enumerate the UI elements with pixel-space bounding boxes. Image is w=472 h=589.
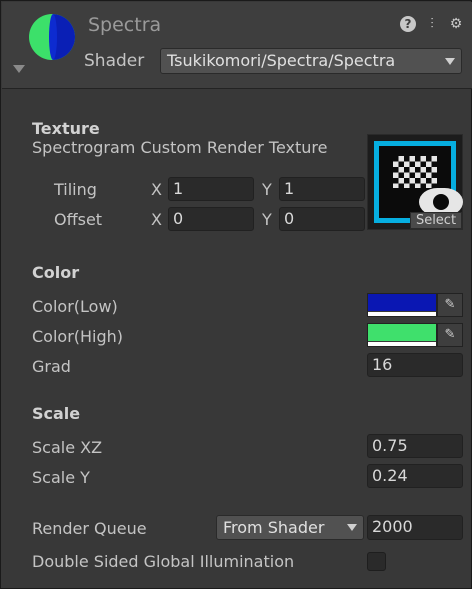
chevron-down-icon [445,58,455,65]
tiling-label: Tiling [54,180,97,199]
dsgi-label: Double Sided Global Illumination [32,552,295,571]
eyedropper-icon[interactable]: ✎ [437,323,463,347]
scale-section-title: Scale [32,404,81,423]
render-queue-mode: From Shader [223,518,325,537]
render-queue-field[interactable]: 2000 [367,515,463,540]
tiling-y-field[interactable]: 1 [279,177,365,201]
tiling-x-field[interactable]: 1 [168,177,254,201]
color-low-swatch[interactable] [367,293,437,317]
scale-y-field[interactable]: 0.24 [367,464,463,488]
offset-x-label: X [151,210,162,229]
material-title: Spectra [88,14,162,36]
offset-y-label: Y [262,210,272,229]
tiling-y-label: Y [262,180,272,199]
checker-pattern-icon [393,156,437,188]
color-high-label: Color(High) [32,327,124,346]
shader-dropdown[interactable]: Tsukikomori/Spectra/Spectra [160,48,462,74]
preset-sliders-icon[interactable]: ⫶ [424,16,440,32]
texture-section-title: Texture [32,119,100,138]
texture-select-button[interactable]: Select [410,212,462,229]
color-high-swatch[interactable] [367,323,437,347]
render-texture-thumbnail [374,141,463,223]
header-icons: ? ⫶ ⚙ [400,16,464,32]
material-header: Spectra ? ⫶ ⚙ Shader Tsukikomori/Spectra… [2,2,472,89]
scale-xz-label: Scale XZ [32,438,103,457]
tiling-x-label: X [151,180,162,199]
grad-label: Grad [32,357,71,376]
offset-label: Offset [54,210,103,229]
texture-name: Spectrogram Custom Render Texture [32,138,328,157]
dsgi-checkbox[interactable] [367,552,386,571]
help-icon[interactable]: ? [400,16,416,32]
offset-y-field[interactable]: 0 [279,207,365,231]
color-section-title: Color [32,263,80,282]
grad-field[interactable]: 16 [367,353,463,377]
material-preview-sphere [29,14,75,60]
gear-icon[interactable]: ⚙ [448,16,464,32]
render-queue-label: Render Queue [32,519,147,538]
offset-x-field[interactable]: 0 [168,207,254,231]
scale-xz-field[interactable]: 0.75 [367,434,463,458]
chevron-down-icon [347,524,357,531]
render-queue-dropdown[interactable]: From Shader [216,515,364,540]
shader-label: Shader [84,51,145,71]
color-low-label: Color(Low) [32,297,118,316]
foldout-arrow-icon[interactable] [13,65,25,73]
scale-y-label: Scale Y [32,468,90,487]
material-inspector: Spectra ? ⫶ ⚙ Shader Tsukikomori/Spectra… [0,0,472,589]
eyedropper-icon[interactable]: ✎ [437,293,463,317]
shader-dropdown-value: Tsukikomori/Spectra/Spectra [167,51,396,70]
